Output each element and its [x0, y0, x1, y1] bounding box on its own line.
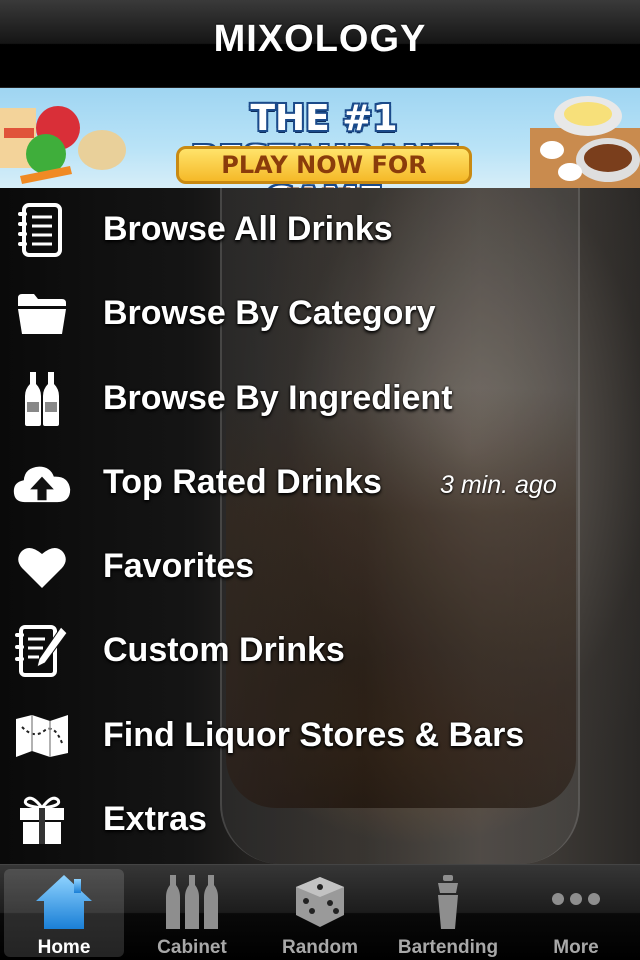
menu-item-label: Browse All Drinks: [103, 210, 393, 248]
ad-banner[interactable]: THE #1 RESTAURANT GAME PLAY NOW FOR FREE…: [0, 88, 640, 188]
menu-item-label: Favorites: [103, 547, 255, 585]
bottles-icon: [166, 875, 218, 929]
food-illustration-icon: [0, 106, 126, 184]
menu-item-extras[interactable]: Extras: [0, 778, 640, 862]
menu-item-label: Custom Drinks: [103, 631, 345, 670]
nav-bar: MIXOLOGY: [0, 0, 640, 88]
menu-item-label: Top Rated Drinks: [103, 462, 382, 501]
ad-play-button[interactable]: PLAY NOW FOR FREE!: [176, 146, 472, 188]
menu-item-top-rated-drinks[interactable]: Top Rated Drinks 3 min. ago: [0, 441, 640, 525]
notepad-pencil-icon: [12, 623, 72, 679]
tab-label: Bartending: [397, 937, 499, 958]
bottles-icon: [12, 371, 72, 427]
house-icon: [36, 875, 92, 929]
folder-icon: [12, 286, 72, 342]
page-title: MIXOLOGY: [213, 18, 427, 60]
menu-item-label: Extras: [103, 799, 207, 838]
shaker-icon: [438, 875, 458, 929]
menu-item-browse-by-ingredient[interactable]: Browse By Ingredient: [0, 357, 640, 441]
menu-item-find-liquor-stores[interactable]: Find Liquor Stores & Bars: [0, 694, 640, 778]
ellipsis-icon: [552, 893, 600, 905]
notebook-icon: [12, 202, 72, 258]
menu-item-label: Find Liquor Stores & Bars: [103, 715, 525, 754]
tab-label: Cabinet: [157, 937, 227, 958]
heart-icon: [12, 539, 72, 595]
mixing-bowls-icon: [530, 96, 640, 188]
menu-item-browse-all-drinks[interactable]: Browse All Drinks: [0, 188, 640, 272]
tab-random[interactable]: Random: [260, 869, 380, 958]
menu-item-label: Browse By Ingredient: [103, 378, 453, 417]
menu-item-browse-by-category[interactable]: Browse By Category: [0, 272, 640, 356]
dice-icon: [296, 877, 344, 927]
tab-home[interactable]: Home: [4, 869, 124, 958]
last-updated-timestamp: 3 min. ago: [440, 470, 557, 499]
tab-more[interactable]: More: [516, 869, 636, 958]
cloud-upload-icon: [12, 455, 72, 511]
tab-label: More: [553, 937, 599, 958]
tab-bartending[interactable]: Bartending: [388, 869, 508, 958]
tab-label: Random: [282, 937, 358, 958]
tab-bar: Home Cabinet Random Bartending More: [0, 864, 640, 960]
tab-cabinet[interactable]: Cabinet: [132, 869, 252, 958]
gift-icon: [12, 792, 72, 848]
map-icon: [12, 708, 72, 764]
main-menu: Browse All Drinks Browse By Category Bro…: [0, 188, 640, 862]
menu-item-label: Browse By Category: [103, 294, 436, 333]
menu-item-custom-drinks[interactable]: Custom Drinks: [0, 609, 640, 693]
menu-item-favorites[interactable]: Favorites: [0, 525, 640, 609]
tab-label: Home: [37, 937, 91, 958]
